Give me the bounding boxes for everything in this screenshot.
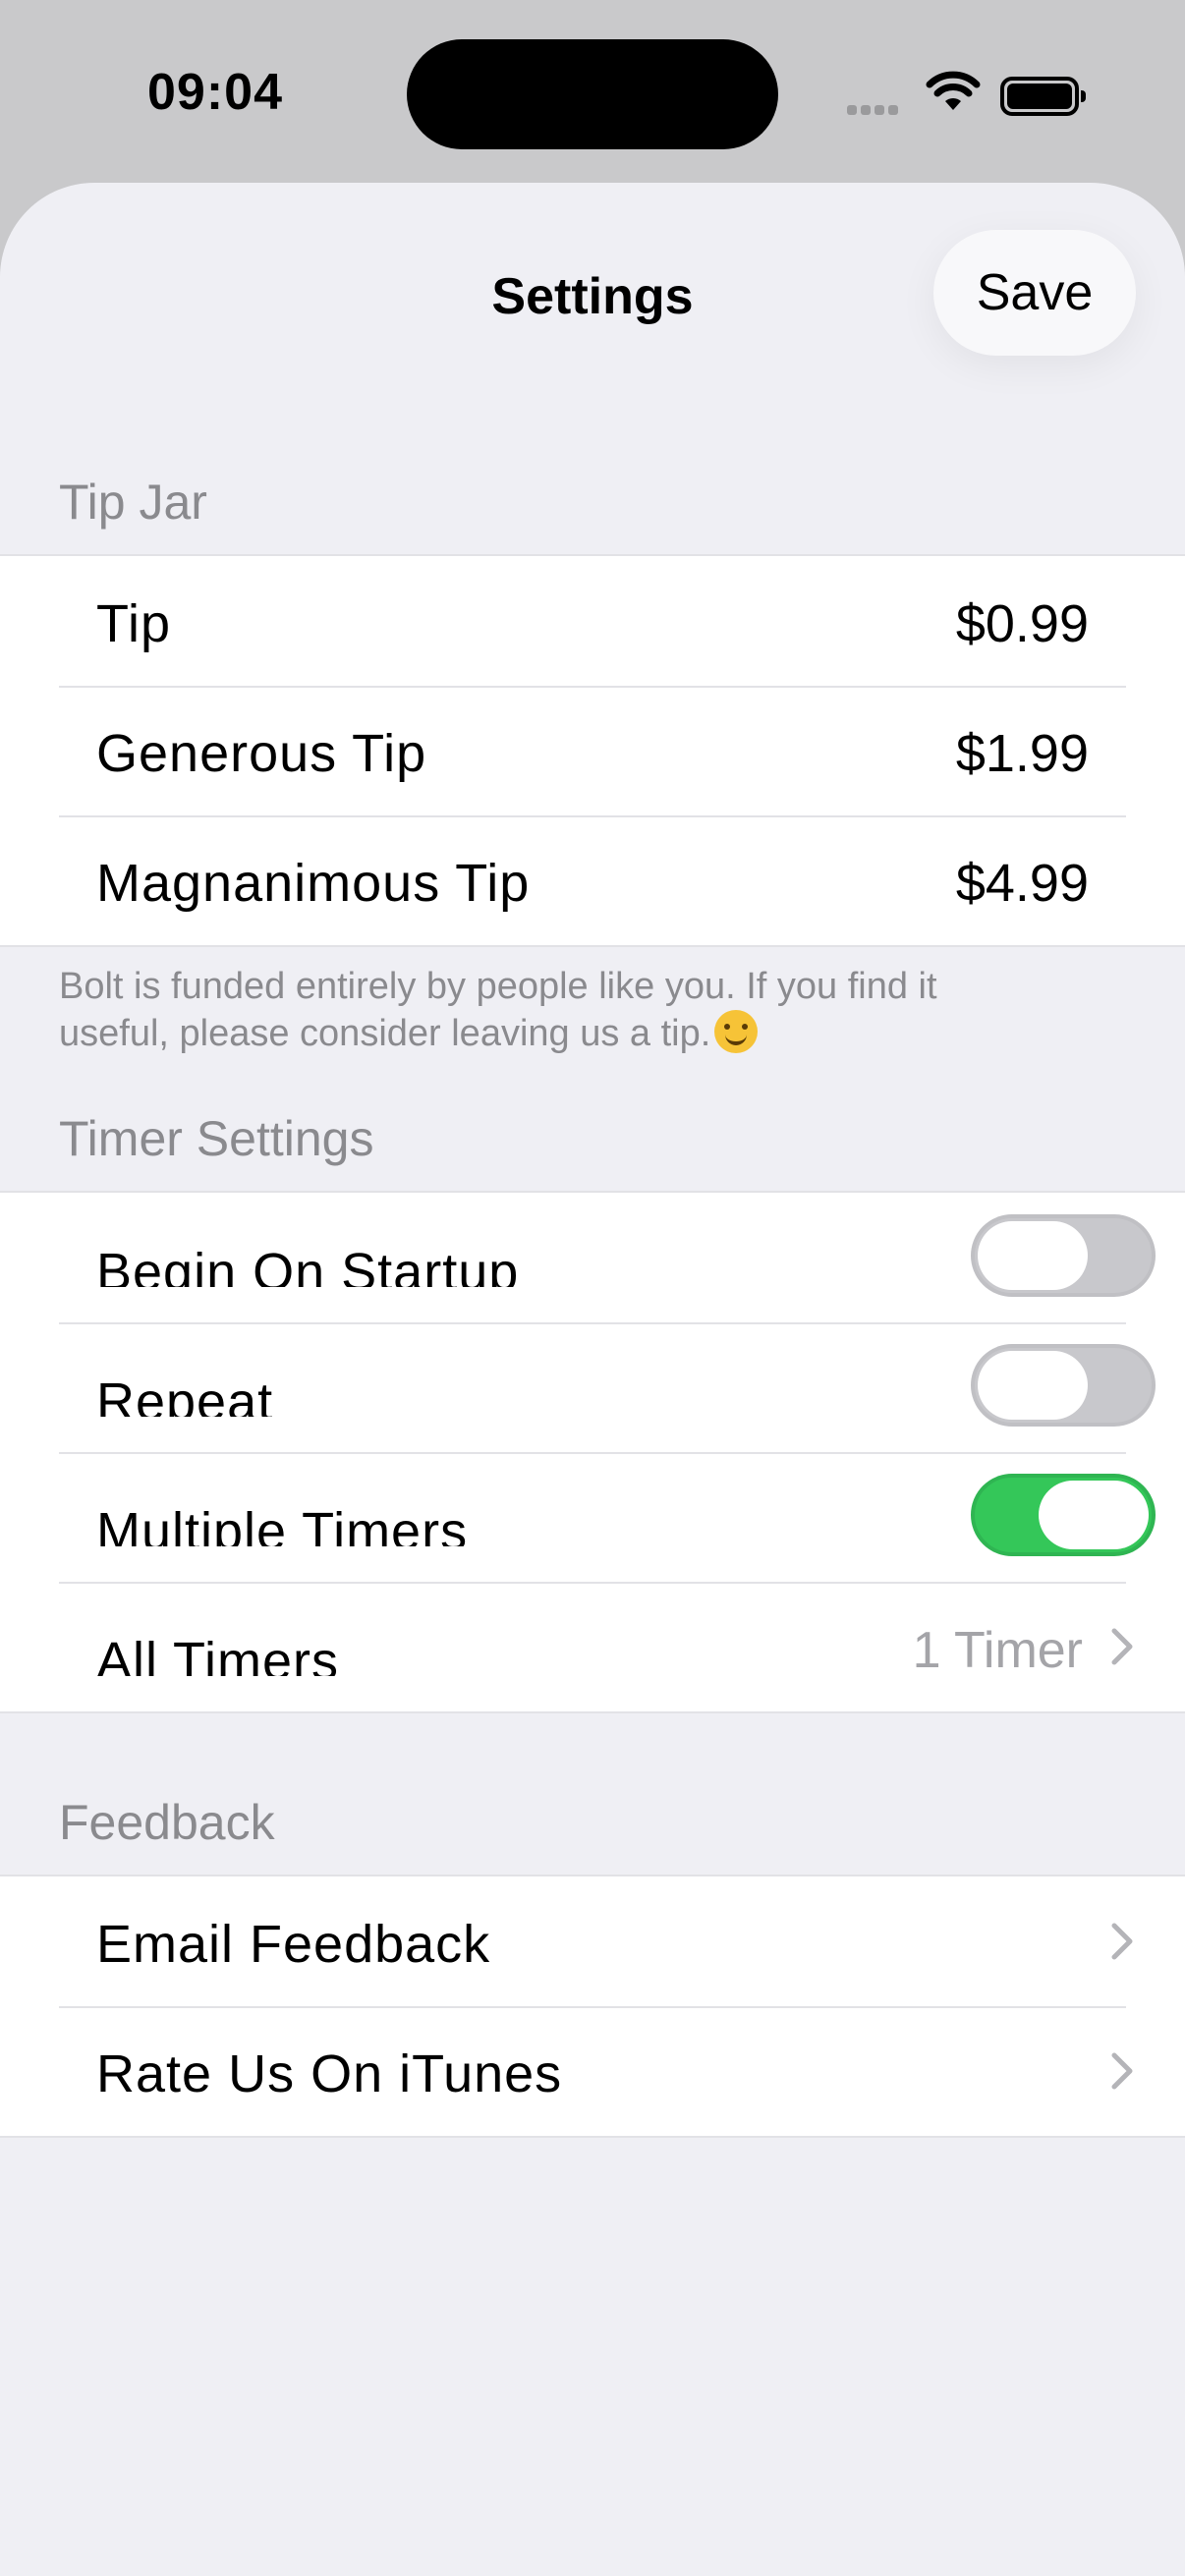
feedback-group: Email Feedback Rate Us On iTunes [0, 1875, 1185, 2138]
tip-price: $0.99 [955, 594, 1089, 653]
generous-tip-label: Generous Tip [96, 724, 427, 783]
repeat-row: Repeat [0, 1322, 1185, 1452]
begin-on-startup-row: Begin On Startup [0, 1193, 1185, 1322]
tip-label: Tip [96, 594, 172, 653]
battery-icon [1000, 77, 1086, 116]
toggle-knob [978, 1221, 1088, 1290]
chevron-right-icon [1111, 2052, 1133, 2090]
timer-settings-group: Begin On Startup Repeat Multiple Timers … [0, 1191, 1185, 1713]
section-header-feedback: Feedback [59, 1795, 275, 1850]
generous-tip-price: $1.99 [955, 724, 1089, 783]
dynamic-island [407, 39, 778, 149]
section-header-timer-settings: Timer Settings [59, 1111, 374, 1166]
toggle-knob [1039, 1481, 1149, 1549]
settings-sheet: Settings Save Tip Jar Tip $0.99 Generous… [0, 183, 1185, 2576]
all-timers-count: 1 Timer [912, 1622, 1083, 1679]
magnanimous-tip-row[interactable]: Magnanimous Tip $4.99 [0, 815, 1185, 945]
tip-jar-group: Tip $0.99 Generous Tip $1.99 Magnanimous… [0, 554, 1185, 947]
save-button[interactable]: Save [933, 230, 1136, 356]
toggle-knob [978, 1351, 1088, 1420]
chevron-right-icon [1111, 1628, 1133, 1665]
tip-row[interactable]: Tip $0.99 [0, 556, 1185, 686]
magnanimous-tip-price: $4.99 [955, 854, 1089, 913]
multiple-timers-toggle[interactable] [971, 1474, 1156, 1556]
cellular-signal-icon [847, 102, 902, 120]
section-header-tip-jar: Tip Jar [59, 475, 207, 530]
email-feedback-row[interactable]: Email Feedback [0, 1876, 1185, 2006]
generous-tip-row[interactable]: Generous Tip $1.99 [0, 686, 1185, 815]
wifi-icon [926, 71, 981, 110]
rate-us-row[interactable]: Rate Us On iTunes [0, 2006, 1185, 2136]
email-feedback-label: Email Feedback [96, 1915, 491, 1974]
begin-on-startup-toggle[interactable] [971, 1214, 1156, 1297]
multiple-timers-label: Multiple Timers [96, 1502, 469, 1546]
tip-jar-footer: Bolt is funded entirely by people like y… [59, 963, 1042, 1057]
smiling-face-emoji [714, 1010, 759, 1053]
chevron-right-icon [1111, 1923, 1133, 1960]
multiple-timers-row: Multiple Timers [0, 1452, 1185, 1582]
repeat-toggle[interactable] [971, 1344, 1156, 1427]
all-timers-row[interactable]: All Timers 1 Timer [0, 1582, 1185, 1711]
tip-jar-footer-text: Bolt is funded entirely by people like y… [59, 966, 937, 1054]
status-bar: 09:04 [0, 0, 1185, 187]
rate-us-label: Rate Us On iTunes [96, 2044, 563, 2103]
magnanimous-tip-label: Magnanimous Tip [96, 854, 531, 913]
all-timers-label: All Timers [96, 1632, 340, 1676]
repeat-label: Repeat [96, 1372, 274, 1417]
begin-on-startup-label: Begin On Startup [96, 1243, 520, 1287]
status-time: 09:04 [147, 64, 283, 121]
